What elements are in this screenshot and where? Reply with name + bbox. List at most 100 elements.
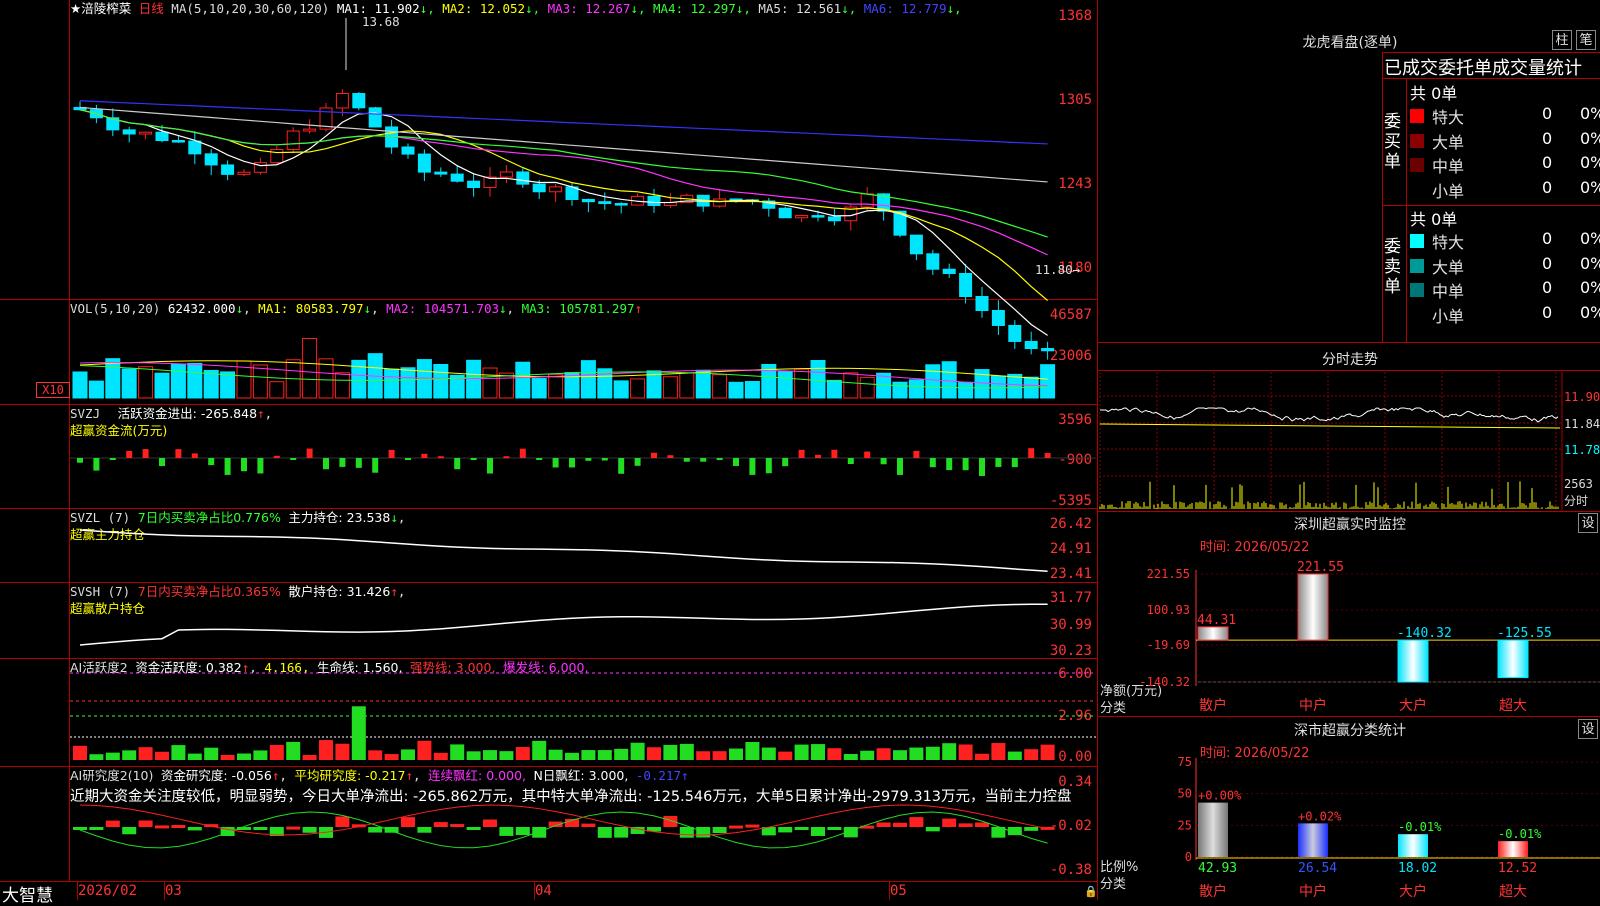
flow-bar [585,458,592,461]
level-name: 中单 [1432,282,1465,301]
order-level-row: 特大 0 0% [1410,104,1600,128]
volume-bar [252,364,268,399]
activity-bar [220,754,235,760]
main-chart-area[interactable]: 1368 1305 1243 1180 46587 23006 X10 3596… [0,0,1098,906]
flow-bar [979,458,985,476]
level-count: 0 [1542,153,1553,172]
order-level-row: 中单 0 0% [1410,153,1600,177]
activity-bar [860,750,875,760]
sell-label: 委卖单 [1384,237,1401,297]
tick-view-button[interactable]: 笔 [1576,30,1596,50]
research-bar [729,825,743,829]
volume-bar [121,368,137,399]
monitor-settings-button[interactable]: 设 [1578,513,1598,533]
activity-bar [745,742,760,760]
flow-bar [847,458,854,465]
research-bar [794,827,809,830]
flow-bar [651,452,657,458]
activity-bar [286,741,301,760]
candle-body [434,171,448,175]
volume-bar [154,372,170,399]
flow-bar [355,458,362,468]
flow-bar [1011,458,1018,468]
research-bar [778,827,793,833]
flow-bar [864,451,871,458]
classify-title: 深市超赢分类统计 [1294,723,1406,739]
activity-bar [581,750,596,760]
dragon-subtitle: 已成交委托单成交量统计 [1384,58,1582,79]
intraday-price-label: 11.90 [1564,390,1600,404]
candle-body [975,296,989,312]
candle-body [598,201,612,205]
research-bar [171,825,186,829]
activity-bar [761,747,776,760]
flow-bar [191,453,198,458]
research-bar [105,820,120,827]
activity-bar [384,754,399,760]
intraday-vol-label: 2563 [1564,477,1593,491]
activity-bar [532,740,547,760]
activity-bar [876,748,891,760]
flow-bar [634,458,641,466]
volume-bar [662,376,678,399]
activity-bar [499,751,514,760]
flow-bar [93,458,100,471]
order-level-row: 特大 0 0% [1410,229,1600,253]
activity-bar [515,747,530,760]
activity-bar [155,751,169,760]
level-name: 小单 [1432,306,1465,326]
flow-bar [700,458,707,462]
level-name: 大单 [1432,257,1465,277]
flow-bar [667,455,674,458]
flow-bar [175,449,182,458]
flow-bar [224,458,231,475]
activity-bar [548,749,563,760]
level-count: 0 [1542,177,1553,197]
research-bar [155,825,169,829]
volume-bar [826,379,842,399]
candle-body [811,215,825,218]
candle-body [303,128,317,132]
order-level-row: 大单 0 0% [1410,129,1600,153]
classify-settings-button[interactable]: 设 [1578,719,1598,739]
research-bar [532,827,547,838]
activity-bar [614,748,629,760]
flow-bar [552,458,559,468]
research-bar [909,817,924,827]
intraday-price-label: 11.78 [1564,443,1600,457]
volume-bar [941,361,957,399]
flow-bar [536,458,543,460]
flow-bar [1028,448,1035,458]
flow-bar [749,458,756,475]
level-color-swatch [1410,307,1424,322]
level-percent: 0% [1580,278,1600,297]
bar-view-button[interactable]: 柱 [1552,30,1572,50]
level-count: 0 [1542,302,1553,322]
research-bar [368,827,383,833]
level-percent: 0% [1580,229,1600,248]
flow-bar [388,449,395,458]
volume-bar [613,380,629,399]
activity-bar [237,753,251,760]
flow-bar [290,458,297,460]
flow-bar [470,458,477,460]
volume-bar [728,381,744,399]
level-color-swatch [1410,258,1424,273]
level-name: 特大 [1432,233,1465,252]
order-level-row: 小单 0 0% [1410,303,1600,327]
flow-bar [683,458,690,462]
monitor-title: 深圳超赢实时监控 [1294,517,1406,533]
activity-bar [729,748,743,760]
classify-time: 时间: 2026/05/22 [1200,746,1310,761]
volume-bar [892,381,908,399]
activity-bar [925,746,940,760]
indicator-canvas [70,18,1096,849]
candle-body [188,140,202,155]
activity-bar [991,743,1006,760]
level-name: 中单 [1432,157,1465,176]
flow-bar [306,448,313,458]
activity-bar [811,744,825,760]
candle-body [909,234,923,255]
ma-line [79,100,1048,145]
volume-bar [334,372,350,399]
